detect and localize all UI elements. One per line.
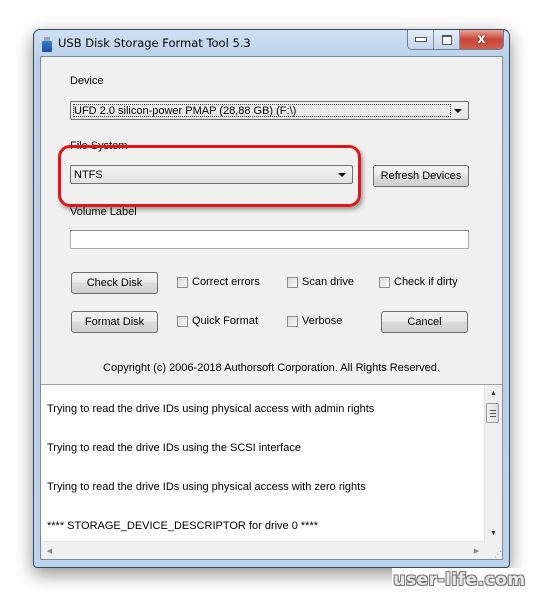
device-combo[interactable]: UFD 2.0 silicon-power PMAP (28,88 GB) (F… xyxy=(70,101,469,120)
minimize-icon xyxy=(414,37,427,42)
title-bar[interactable]: USB Disk Storage Format Tool 5.3 x xyxy=(34,30,509,56)
chevron-down-icon xyxy=(454,109,462,113)
format-disk-button[interactable]: Format Disk xyxy=(71,311,158,333)
refresh-devices-button[interactable]: Refresh Devices xyxy=(373,165,469,187)
horizontal-scrollbar[interactable]: ◀ ▶ xyxy=(41,541,485,559)
check-if-dirty-checkbox[interactable]: Check if dirty xyxy=(379,276,458,288)
maximize-button[interactable] xyxy=(434,30,460,49)
maximize-icon xyxy=(441,34,452,45)
usb-drive-icon xyxy=(42,37,52,52)
scroll-right-icon[interactable]: ▶ xyxy=(468,542,485,559)
vertical-scrollbar[interactable]: ▲ ▼ xyxy=(484,385,502,542)
log-line: Trying to read the drive IDs using physi… xyxy=(47,403,375,415)
checkbox-box[interactable] xyxy=(287,315,298,327)
log-line: Trying to read the drive IDs using physi… xyxy=(47,481,366,493)
device-value: UFD 2.0 silicon-power PMAP (28,88 GB) (F… xyxy=(74,105,297,117)
cancel-button[interactable]: Cancel xyxy=(381,311,468,333)
copyright-text: Copyright (c) 2006-2018 Authorsoft Corpo… xyxy=(103,362,440,374)
checkbox-box[interactable] xyxy=(177,315,188,327)
checkbox-box[interactable] xyxy=(177,276,188,288)
watermark: user-life.com xyxy=(392,568,527,592)
resize-grip-icon[interactable]: ⋰ xyxy=(485,542,502,559)
close-button[interactable]: x xyxy=(460,30,503,49)
log-line: **** STORAGE_DEVICE_DESCRIPTOR for drive… xyxy=(47,520,319,532)
verbose-checkbox[interactable]: Verbose xyxy=(287,315,342,327)
volume-label-input[interactable] xyxy=(70,230,469,249)
client-area: Device UFD 2.0 silicon-power PMAP (28,88… xyxy=(40,56,503,560)
app-window: USB Disk Storage Format Tool 5.3 x Devic… xyxy=(33,29,510,568)
scroll-down-icon[interactable]: ▼ xyxy=(485,525,502,542)
scroll-thumb[interactable] xyxy=(486,403,499,423)
checkbox-box[interactable] xyxy=(287,276,298,288)
scroll-up-icon[interactable]: ▲ xyxy=(485,385,502,402)
scroll-left-icon[interactable]: ◀ xyxy=(41,542,58,559)
check-disk-button[interactable]: Check Disk xyxy=(71,272,158,294)
correct-errors-checkbox[interactable]: Correct errors xyxy=(177,276,260,288)
window-controls: x xyxy=(407,30,504,50)
checkbox-box[interactable] xyxy=(379,276,390,288)
device-label: Device xyxy=(70,75,104,87)
annotation-highlight xyxy=(58,145,361,207)
minimize-button[interactable] xyxy=(408,30,434,49)
scan-drive-checkbox[interactable]: Scan drive xyxy=(287,276,354,288)
log-line: Trying to read the drive IDs using the S… xyxy=(47,442,301,454)
window-title: USB Disk Storage Format Tool 5.3 xyxy=(58,36,251,50)
log-output[interactable]: Trying to read the drive IDs using physi… xyxy=(41,384,502,559)
close-icon: x xyxy=(477,32,486,47)
quick-format-checkbox[interactable]: Quick Format xyxy=(177,315,258,327)
volume-label-label: Volume Label xyxy=(70,206,137,218)
